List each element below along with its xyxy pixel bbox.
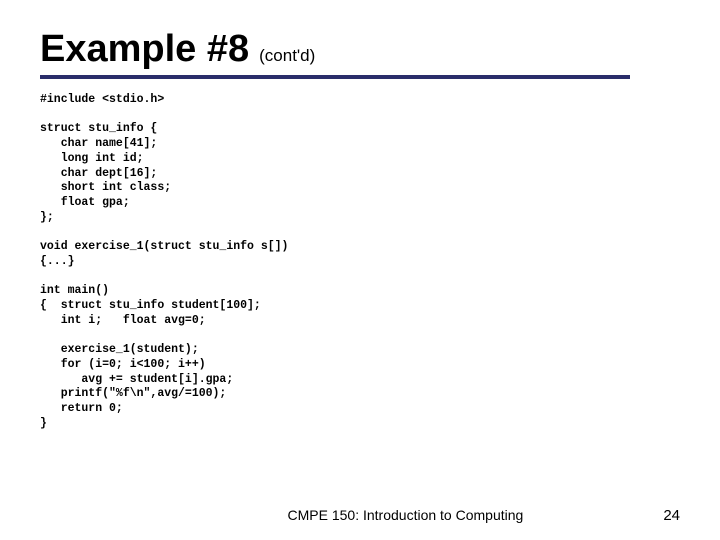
page-number: 24 bbox=[663, 507, 680, 524]
title-underline bbox=[40, 75, 630, 79]
slide: Example #8 (cont'd) #include <stdio.h> s… bbox=[0, 0, 720, 540]
title-sub: (cont'd) bbox=[259, 46, 315, 66]
footer: CMPE 150: Introduction to Computing 24 bbox=[40, 507, 680, 524]
title-main: Example #8 bbox=[40, 28, 249, 71]
title-row: Example #8 (cont'd) bbox=[40, 28, 680, 71]
footer-course: CMPE 150: Introduction to Computing bbox=[288, 507, 524, 523]
code-block: #include <stdio.h> struct stu_info { cha… bbox=[40, 93, 680, 432]
